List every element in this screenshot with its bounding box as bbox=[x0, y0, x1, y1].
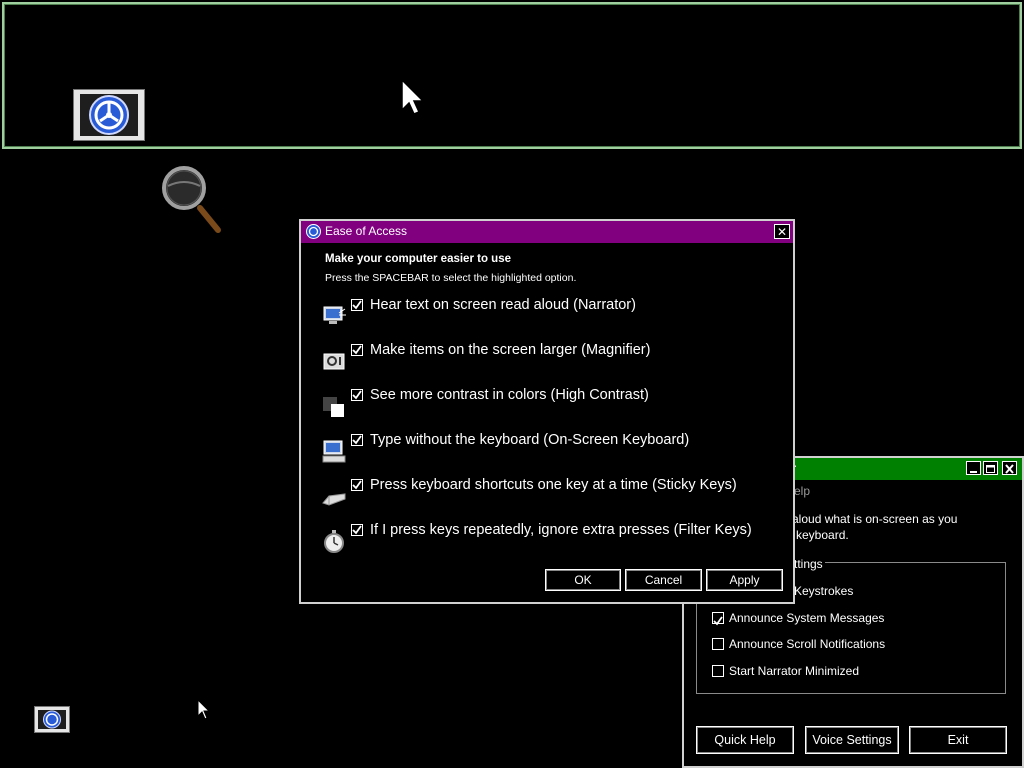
narrator-menu-help[interactable]: elp bbox=[794, 484, 810, 498]
cancel-button[interactable]: Cancel bbox=[625, 569, 702, 591]
option-label: See more contrast in colors (High Contra… bbox=[370, 387, 649, 403]
option-magnifier[interactable]: Make items on the screen larger (Magnifi… bbox=[321, 342, 781, 374]
narrator-description-1: aloud what is on-screen as you bbox=[792, 512, 958, 526]
voice-settings-button[interactable]: Voice Settings bbox=[805, 726, 899, 754]
quick-help-button[interactable]: Quick Help bbox=[696, 726, 794, 754]
option-high-contrast[interactable]: See more contrast in colors (High Contra… bbox=[321, 387, 781, 419]
option-sticky-keys[interactable]: Press keyboard shortcuts one key at a ti… bbox=[321, 477, 781, 509]
apply-button[interactable]: Apply bbox=[706, 569, 783, 591]
eoa-close-button[interactable]: ✕ bbox=[774, 224, 790, 239]
announce-scroll-notifications-checkbox[interactable] bbox=[712, 638, 724, 650]
exit-button[interactable]: Exit bbox=[909, 726, 1007, 754]
on-screen-keyboard-checkbox[interactable] bbox=[351, 434, 363, 446]
option-on-screen-keyboard[interactable]: Type without the keyboard (On-Screen Key… bbox=[321, 432, 781, 464]
ease-of-access-taskbar-icon[interactable] bbox=[34, 706, 70, 733]
option-label: Hear text on screen read aloud (Narrator… bbox=[370, 297, 636, 313]
ease-of-access-icon bbox=[306, 224, 321, 239]
eoa-title-bar[interactable]: Ease of Access ✕ bbox=[301, 221, 793, 243]
option-label: Make items on the screen larger (Magnifi… bbox=[370, 342, 651, 358]
arrow-cursor-icon bbox=[401, 78, 425, 115]
eoa-instruction: Press the SPACEBAR to select the highlig… bbox=[325, 272, 577, 284]
main-settings-group-title: ttings bbox=[792, 557, 825, 571]
start-narrator-minimized-checkbox[interactable] bbox=[712, 665, 724, 677]
start-narrator-minimized-label: Start Narrator Minimized bbox=[729, 664, 860, 678]
magnifier-checkbox[interactable] bbox=[351, 344, 363, 356]
eoa-heading: Make your computer easier to use bbox=[325, 253, 511, 265]
high-contrast-checkbox[interactable] bbox=[351, 389, 363, 401]
announce-system-messages-label: Announce System Messages bbox=[729, 611, 885, 625]
option-filter-keys[interactable]: If I press keys repeatedly, ignore extra… bbox=[321, 522, 781, 554]
magnifier-icon bbox=[323, 353, 345, 370]
narrator-close-button[interactable] bbox=[1002, 461, 1017, 475]
magnifying-glass-icon[interactable] bbox=[160, 164, 224, 236]
option-label: Type without the keyboard (On-Screen Key… bbox=[370, 432, 690, 448]
option-narrator[interactable]: Hear text on screen read aloud (Narrator… bbox=[321, 297, 781, 329]
sticky-keys-checkbox[interactable] bbox=[351, 479, 363, 491]
narrator-description-2: keyboard. bbox=[796, 528, 849, 542]
announce-system-messages-checkbox[interactable] bbox=[712, 612, 724, 626]
setting-keystrokes-label: Keystrokes bbox=[794, 584, 854, 598]
mouse-pointer-icon bbox=[197, 699, 211, 720]
filter-keys-checkbox[interactable] bbox=[351, 524, 363, 536]
minimize-button[interactable] bbox=[966, 461, 981, 475]
option-label: If I press keys repeatedly, ignore extra… bbox=[370, 522, 752, 538]
ok-button[interactable]: OK bbox=[545, 569, 621, 591]
ease-of-access-icon-magnified[interactable] bbox=[73, 89, 145, 141]
filter-keys-icon bbox=[324, 530, 344, 553]
on-screen-keyboard-icon bbox=[322, 440, 346, 463]
narrator-checkbox[interactable] bbox=[351, 299, 363, 311]
close-icon: ✕ bbox=[776, 225, 788, 239]
high-contrast-icon bbox=[323, 397, 344, 417]
narrator-icon bbox=[323, 306, 346, 324]
announce-scroll-notifications-label: Announce Scroll Notifications bbox=[729, 637, 886, 651]
ease-of-access-dialog: Ease of Access ✕ Make your computer easi… bbox=[299, 219, 795, 604]
option-label: Press keyboard shortcuts one key at a ti… bbox=[370, 477, 737, 493]
magnifier-window bbox=[2, 2, 1022, 149]
maximize-button[interactable] bbox=[983, 461, 998, 475]
sticky-keys-icon bbox=[322, 493, 346, 506]
eoa-title: Ease of Access bbox=[325, 224, 408, 238]
